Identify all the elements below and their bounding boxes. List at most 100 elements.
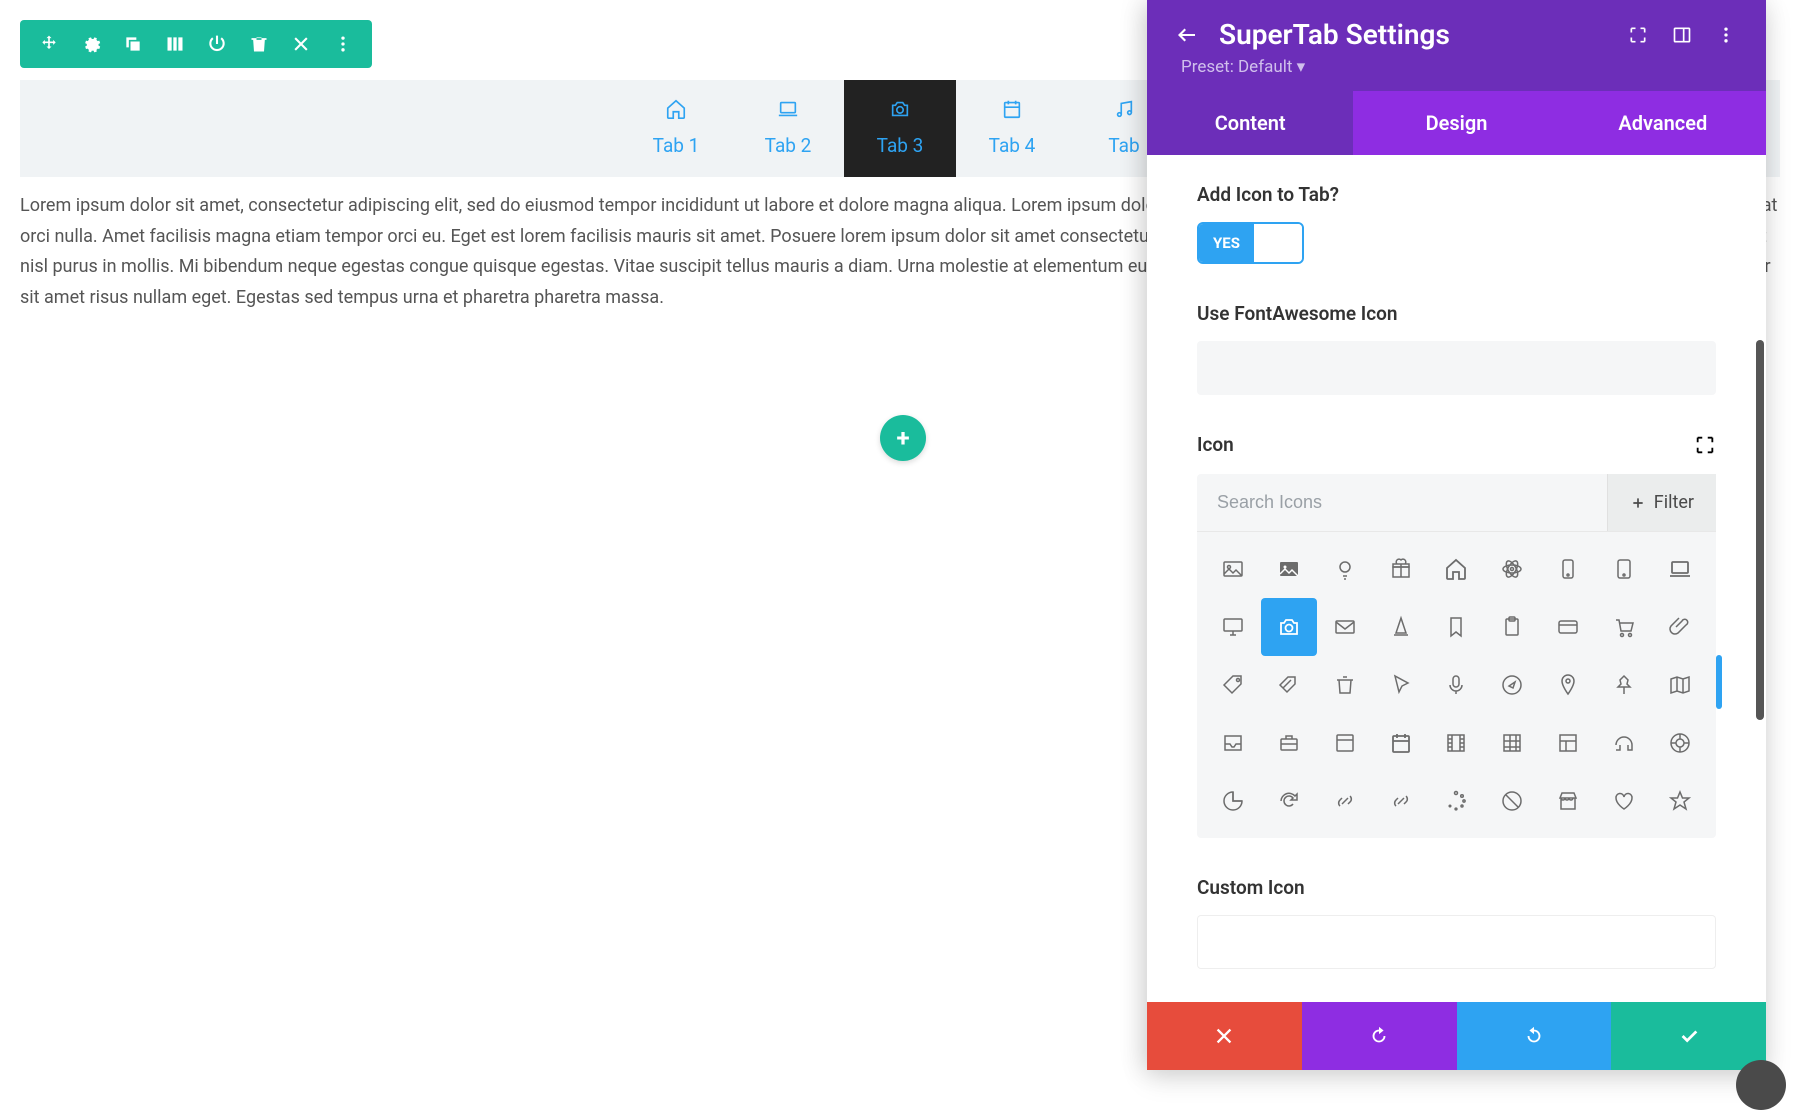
picker-icon-compass[interactable] xyxy=(1484,656,1540,714)
toggle-off-spacer xyxy=(1254,224,1302,262)
picker-icon-atom[interactable] xyxy=(1484,540,1540,598)
move-icon[interactable] xyxy=(28,26,70,62)
panel-scrollbar[interactable] xyxy=(1756,340,1764,720)
laptop-icon xyxy=(732,98,844,120)
picker-icon-ban[interactable] xyxy=(1484,772,1540,830)
panel-header: SuperTab Settings Preset: Default ▾ xyxy=(1147,0,1766,91)
tab-content[interactable]: Content xyxy=(1147,91,1353,155)
tab-advanced[interactable]: Advanced xyxy=(1560,91,1766,155)
picker-icon-link[interactable] xyxy=(1317,772,1373,830)
resize-handle[interactable] xyxy=(1736,1060,1786,1110)
picker-icon-tag[interactable] xyxy=(1205,656,1261,714)
picker-icon-cone[interactable] xyxy=(1373,598,1429,656)
picker-icon-cursor[interactable] xyxy=(1373,656,1429,714)
picker-icon-mic[interactable] xyxy=(1429,656,1485,714)
tab-label: Tab 1 xyxy=(620,134,732,157)
icon-picker: Filter xyxy=(1197,474,1716,838)
more-icon[interactable] xyxy=(1712,21,1740,49)
custom-icon-input[interactable] xyxy=(1197,915,1716,969)
picker-icon-star[interactable] xyxy=(1652,772,1708,830)
tab-design[interactable]: Design xyxy=(1353,91,1559,155)
plus-icon xyxy=(1630,495,1646,511)
picker-icon-bulb[interactable] xyxy=(1317,540,1373,598)
fontawesome-input[interactable] xyxy=(1197,341,1716,395)
filter-label: Filter xyxy=(1654,492,1694,513)
preset-dropdown[interactable]: Preset: Default ▾ xyxy=(1173,57,1740,77)
tab-label: Tab 3 xyxy=(844,134,956,157)
tab-label: Tab 2 xyxy=(732,134,844,157)
picker-icon-headphones[interactable] xyxy=(1596,714,1652,772)
picker-scrollbar[interactable] xyxy=(1716,655,1722,709)
add-module-button[interactable]: + xyxy=(880,415,926,461)
back-icon[interactable] xyxy=(1173,21,1201,49)
picker-icon-laptop[interactable] xyxy=(1652,540,1708,598)
picker-icon-trash[interactable] xyxy=(1317,656,1373,714)
close-icon[interactable] xyxy=(280,26,322,62)
camera-icon xyxy=(844,98,956,120)
confirm-button[interactable] xyxy=(1611,1002,1766,1070)
picker-icon-phone[interactable] xyxy=(1540,540,1596,598)
picker-icon-card[interactable] xyxy=(1540,598,1596,656)
picker-icon-film[interactable] xyxy=(1429,714,1485,772)
add-icon-label: Add Icon to Tab? xyxy=(1197,183,1716,206)
duplicate-icon[interactable] xyxy=(112,26,154,62)
panel-body: Add Icon to Tab? YES Use FontAwesome Ico… xyxy=(1147,155,1766,1002)
tab-4[interactable]: Tab 4 xyxy=(956,80,1068,177)
picker-icon-cart[interactable] xyxy=(1596,598,1652,656)
expand-icon[interactable] xyxy=(1624,21,1652,49)
picker-icon-spinner[interactable] xyxy=(1429,772,1485,830)
picker-icon-image-outline[interactable] xyxy=(1205,540,1261,598)
picker-icon-calendar[interactable] xyxy=(1373,714,1429,772)
expand-picker-icon[interactable] xyxy=(1694,434,1716,456)
tab-1[interactable]: Tab 1 xyxy=(620,80,732,177)
add-icon-toggle[interactable]: YES xyxy=(1197,222,1304,264)
trash-icon[interactable] xyxy=(238,26,280,62)
icon-label: Icon xyxy=(1197,433,1234,456)
undo-button[interactable] xyxy=(1302,1002,1457,1070)
picker-icon-store[interactable] xyxy=(1540,772,1596,830)
picker-icon-map[interactable] xyxy=(1652,656,1708,714)
calendar-icon xyxy=(956,98,1068,120)
picker-icon-clipboard[interactable] xyxy=(1484,598,1540,656)
cancel-button[interactable] xyxy=(1147,1002,1302,1070)
more-icon[interactable] xyxy=(322,26,364,62)
picker-icon-mail[interactable] xyxy=(1317,598,1373,656)
picker-icon-bookmark[interactable] xyxy=(1429,598,1485,656)
custom-icon-label: Custom Icon xyxy=(1197,876,1716,899)
picker-icon-piechart[interactable] xyxy=(1205,772,1261,830)
picker-icon-inbox[interactable] xyxy=(1205,714,1261,772)
toggle-yes: YES xyxy=(1199,224,1254,262)
picker-icon-briefcase[interactable] xyxy=(1261,714,1317,772)
picker-icon-tags[interactable] xyxy=(1261,656,1317,714)
panel-footer xyxy=(1147,1002,1766,1070)
picker-icon-grid[interactable] xyxy=(1484,714,1540,772)
picker-icon-layout[interactable] xyxy=(1540,714,1596,772)
picker-icon-image[interactable] xyxy=(1261,540,1317,598)
picker-icon-paperclip[interactable] xyxy=(1652,598,1708,656)
picker-icon-link2[interactable] xyxy=(1373,772,1429,830)
tab-label: Tab 4 xyxy=(956,134,1068,157)
picker-icon-tablet[interactable] xyxy=(1596,540,1652,598)
picker-icon-home[interactable] xyxy=(1429,540,1485,598)
picker-icon-heart[interactable] xyxy=(1596,772,1652,830)
picker-icon-pushpin[interactable] xyxy=(1596,656,1652,714)
redo-button[interactable] xyxy=(1457,1002,1612,1070)
panel-title: SuperTab Settings xyxy=(1219,18,1608,51)
gear-icon[interactable] xyxy=(70,26,112,62)
tab-2[interactable]: Tab 2 xyxy=(732,80,844,177)
picker-icon-gift[interactable] xyxy=(1373,540,1429,598)
settings-panel: SuperTab Settings Preset: Default ▾ Cont… xyxy=(1147,0,1766,1070)
search-icons-input[interactable] xyxy=(1197,474,1607,531)
picker-icon-pin[interactable] xyxy=(1540,656,1596,714)
filter-button[interactable]: Filter xyxy=(1607,474,1716,531)
picker-icon-window[interactable] xyxy=(1317,714,1373,772)
picker-icon-lifering[interactable] xyxy=(1652,714,1708,772)
picker-icon-camera[interactable] xyxy=(1261,598,1317,656)
picker-icon-refresh[interactable] xyxy=(1261,772,1317,830)
columns-icon[interactable] xyxy=(154,26,196,62)
picker-icon-desktop[interactable] xyxy=(1205,598,1261,656)
power-icon[interactable] xyxy=(196,26,238,62)
home-icon xyxy=(620,98,732,120)
dock-icon[interactable] xyxy=(1668,21,1696,49)
tab-3[interactable]: Tab 3 xyxy=(844,80,956,177)
